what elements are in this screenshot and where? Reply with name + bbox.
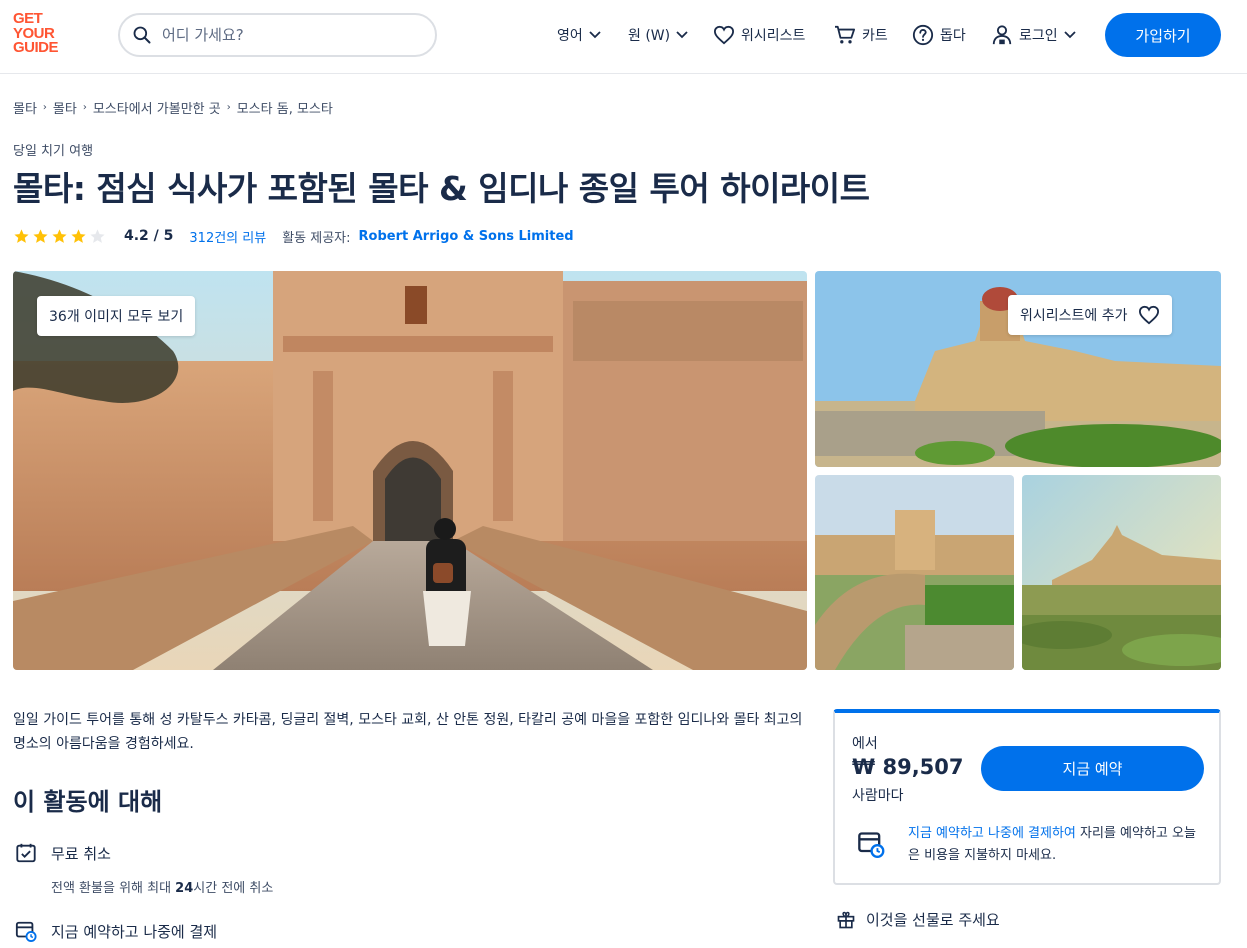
calendar-clock-icon [15,921,37,942]
search-input[interactable] [162,26,422,44]
gift-option[interactable]: 이것을 선물로 주세요 [836,909,1000,930]
breadcrumb-item[interactable]: 모스타 돔, 모스타 [237,98,333,117]
free-cancellation-feature: 무료 취소 [15,842,111,864]
price-from-label: 에서 [852,736,878,752]
reserve-later-link[interactable]: 지금 예약하고 나중에 결제하여 [908,826,1076,841]
reviews-link[interactable]: 312건의 리뷰 [189,227,266,246]
star-empty-icon [90,228,105,243]
user-icon [992,25,1012,45]
language-selector[interactable]: 영어 [557,22,601,48]
activity-category: 당일 치기 여행 [13,144,94,159]
reserve-later-note: 지금 예약하고 나중에 결제하여 자리를 예약하고 오늘은 비용을 지불하지 마… [908,826,1196,863]
breadcrumb: 몰타 › 몰타 › 모스타에서 가볼만한 곳 › 모스타 돔, 모스타 [13,98,333,117]
page-title: 몰타: 점심 식사가 포함된 몰타 & 임디나 종일 투어 하이라이트 [13,169,870,208]
view-all-images-button[interactable]: 36개 이미지 모두 보기 [37,296,196,336]
gallery-image-countryside[interactable] [1022,475,1221,670]
breadcrumb-separator-icon: › [226,102,231,113]
star-full-icon [71,228,86,243]
book-now-button[interactable]: 지금 예약 [981,746,1204,791]
heart-icon [713,25,735,45]
star-full-icon [14,228,29,243]
breadcrumb-separator-icon: › [82,102,87,113]
calendar-check-icon [16,843,36,863]
price-value: ₩ 89,507 [852,755,964,779]
chevron-down-icon [589,31,601,39]
search-icon [133,26,151,44]
cart-icon [835,25,855,44]
calendar-clock-icon [858,832,885,858]
reserve-now-pay-later-feature: 지금 예약하고 나중에 결제 [15,920,217,942]
gift-icon [837,911,855,928]
chevron-down-icon [1064,31,1076,39]
rating-row: 4.2 / 5 312건의 리뷰 활동 제공자: Robert Arrigo &… [13,226,574,246]
heart-icon [1138,305,1159,325]
help-link[interactable]: 돕다 [912,22,966,48]
countryside-photo [1022,475,1221,670]
star-full-icon [33,228,48,243]
currency-selector[interactable]: 원 (W) [628,22,688,48]
login-menu[interactable]: 로그인 [991,22,1076,48]
mdina-bridge-photo [815,475,1014,670]
getyourguide-logo[interactable]: GET YOUR GUIDE [13,11,73,58]
activity-description: 일일 가이드 투어를 통해 성 카탈두스 카타콤, 딩글리 절벽, 모스타 교회… [13,712,803,752]
star-rating [13,228,106,245]
signup-button[interactable]: 가입하기 [1105,13,1221,57]
breadcrumb-separator-icon: › [42,102,47,113]
provider-label: 활동 제공자: [282,230,351,246]
chevron-down-icon [676,31,688,39]
free-cancellation-description: 전액 환불을 위해 최대 24시간 전에 취소 [51,881,274,896]
price-per-person-label: 사람마다 [852,788,904,804]
site-header: GET YOUR GUIDE 영어 원 (W) 위시리스트 카트 돕다 로그인 … [0,0,1247,74]
search-box[interactable] [118,13,437,57]
gallery-image-mdina-bridge[interactable] [815,475,1014,670]
cart-link[interactable]: 카트 [834,22,888,48]
breadcrumb-item[interactable]: 몰타 [13,98,37,117]
help-icon [912,24,934,46]
breadcrumb-item[interactable]: 몰타 [53,98,77,117]
add-to-wishlist-button[interactable]: 위시리스트에 추가 [1008,295,1172,335]
wishlist-link[interactable]: 위시리스트 [713,22,805,48]
provider-link[interactable]: Robert Arrigo & Sons Limited [359,229,574,244]
breadcrumb-item[interactable]: 모스타에서 가볼만한 곳 [93,98,221,117]
about-section-title: 이 활동에 대해 [13,788,163,816]
star-full-icon [52,228,67,243]
rating-value: 4.2 / 5 [124,228,174,244]
booking-card: 에서 ₩ 89,507 사람마다 지금 예약 지금 예약하고 나중에 결제하여 … [833,709,1221,885]
